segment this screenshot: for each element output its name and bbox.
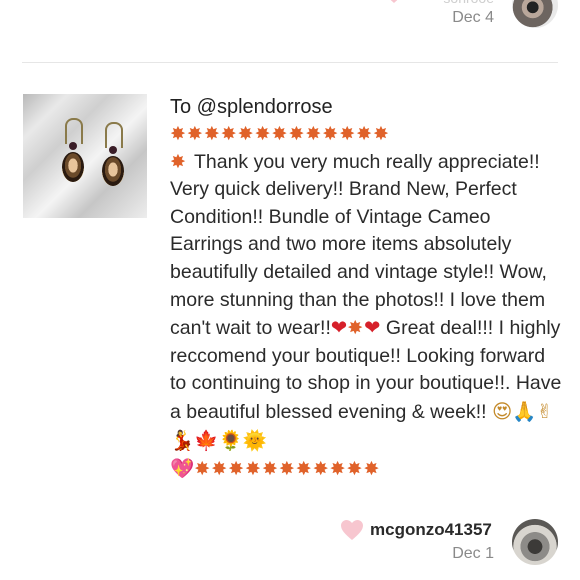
sparkle-emoji-row: ✸✸✸✸✸✸✸✸✸✸✸ [194,458,381,481]
earring-bead [69,142,77,150]
earring-hook [105,122,123,148]
sparkling-heart-emoji: 💖 [170,457,195,481]
heart-icon[interactable] [340,519,364,541]
earring-hook [65,118,83,144]
comment-text-part1: Thank you very much really appreciate!! … [170,150,547,340]
heart-icon[interactable] [388,0,400,4]
cameo-earring [62,152,84,182]
heart-emoji: ❤ [364,316,381,340]
earrings-photo[interactable] [23,94,147,218]
divider [22,62,558,63]
comment-body: To @splendorrose ✸✸✸✸✸✸✸✸✸✸✸✸✸ ✸ Thank y… [170,93,565,484]
cameo-earring [102,156,124,186]
previous-username[interactable]: sonrooe [443,0,494,6]
comment-date: Dec 4 [452,9,494,26]
sparkle-emoji: ✸ [347,317,365,340]
avatar[interactable] [512,519,558,565]
previous-comment-row: sonrooe Dec 4 [0,0,580,40]
comment-author-username[interactable]: mcgonzo41357 [370,520,492,540]
avatar[interactable] [512,0,558,28]
earring-bead [109,146,117,154]
comment-text: ✸✸✸✸✸✸✸✸✸✸✸✸✸ ✸ Thank you very much real… [170,121,565,484]
comment-recipient[interactable]: To @splendorrose [170,93,565,121]
sparkle-emoji-row: ✸✸✸✸✸✸✸✸✸✸✸✸✸ [170,123,390,145]
comment-date: Dec 1 [452,545,494,562]
sparkle-emoji: ✸ [170,150,194,173]
heart-emoji: ❤ [330,316,348,340]
